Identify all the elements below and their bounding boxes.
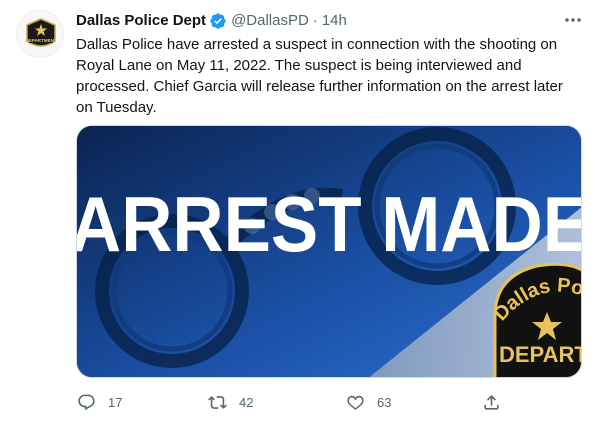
share-button[interactable] [481,390,501,414]
verified-badge-icon [209,12,227,30]
retweet-icon [207,392,227,412]
timestamp[interactable]: 14h [322,11,347,31]
like-count: 63 [377,394,392,410]
like-icon [345,392,365,412]
tweet-header: Dallas Police Dept @DallasPD · 14h [76,11,347,31]
tweet-actions: 17 42 63 [76,390,516,414]
retweet-count: 42 [239,394,254,410]
share-icon [481,392,501,412]
author-name[interactable]: Dallas Police Dept [76,11,206,31]
svg-text:DEPARTMENT: DEPARTMENT [25,38,57,43]
reply-count: 17 [108,394,123,410]
tweet: DEPARTMENT Dallas Police Dept @DallasPD … [0,0,595,429]
like-button[interactable]: 63 [345,390,391,414]
headline-text: ARREST MADE [77,180,582,268]
tweet-text: Dallas Police have arrested a suspect in… [76,36,563,116]
avatar[interactable]: DEPARTMENT [16,10,64,58]
dallas-police-badge-icon: DEPARTMENT [25,18,57,47]
retweet-button[interactable]: 42 [207,390,253,414]
badge-bottom-text: DEPARTMENT [499,342,582,367]
reply-button[interactable]: 17 [76,390,122,414]
author-handle[interactable]: @DallasPD [231,11,309,31]
reply-icon [76,392,96,412]
more-icon[interactable] [562,10,584,30]
tweet-image[interactable]: ARREST MADE Dallas Police DEPARTMENT [76,125,582,378]
separator-dot: · [312,12,318,29]
